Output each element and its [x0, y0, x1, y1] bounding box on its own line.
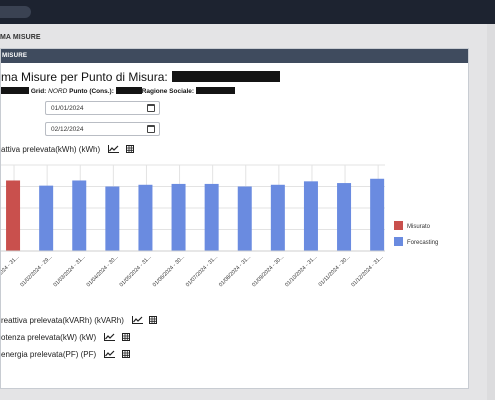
bar-forecast[interactable]	[72, 180, 87, 251]
line-chart-icon[interactable]	[132, 316, 144, 324]
line-chart-icon[interactable]	[104, 350, 116, 358]
redacted-point	[115, 87, 142, 94]
bar-forecast[interactable]	[270, 184, 285, 251]
section-active-energy-label: attiva prelevata(kWh) (kWh)	[1, 145, 101, 154]
redacted-measure-point	[171, 71, 280, 82]
section-reactive-energy: reattiva prelevata(kVARh) (kVARh)	[1, 316, 158, 325]
breadcrumb: MA MISURE	[0, 34, 41, 41]
date-to-input[interactable]: 02/12/2024	[45, 122, 160, 136]
bar-forecast[interactable]	[39, 185, 54, 251]
x-tick-label: 01/03/2024 - 31...	[53, 254, 87, 288]
calendar-icon[interactable]	[147, 104, 155, 112]
legend-forecast-label: Forecasting	[407, 240, 439, 246]
table-icon[interactable]	[149, 316, 158, 324]
legend-measured-label: Misurato	[407, 224, 431, 230]
section-power: otenza prelevata(kW) (kW)	[1, 333, 130, 342]
page-title: ma Misure per Punto di Misura:	[1, 70, 280, 84]
x-tick-label: 01/04/2024 - 30...	[86, 254, 120, 288]
page-scrollbar[interactable]	[487, 24, 495, 400]
legend-forecast-swatch	[394, 237, 403, 246]
section-power-factor: energia prelevata(PF) (PF)	[1, 350, 130, 359]
x-tick-label: 01/01/2024 - 31...	[1, 254, 20, 288]
x-tick-label: 01/05/2024 - 31...	[119, 254, 153, 288]
line-chart-icon[interactable]	[104, 333, 116, 341]
legend-forecast[interactable]: Forecasting	[394, 237, 438, 246]
point-label: Punto (Cons.):	[69, 88, 114, 95]
navbar-search-pill[interactable]	[0, 6, 31, 18]
table-icon[interactable]	[121, 350, 130, 358]
x-tick-label: 01/09/2024 - 30...	[251, 254, 285, 288]
date-from-input[interactable]: 01/01/2024	[45, 101, 160, 115]
bar-forecast[interactable]	[105, 186, 120, 252]
table-icon[interactable]	[125, 145, 134, 153]
bar-forecast[interactable]	[138, 184, 153, 251]
calendar-icon[interactable]	[147, 125, 155, 133]
x-tick-label: 01/12/2024 - 31...	[350, 254, 384, 288]
x-tick-label: 01/07/2024 - 31...	[185, 254, 219, 288]
x-tick-label: 01/11/2024 - 30...	[318, 254, 352, 288]
bar-forecast[interactable]	[204, 183, 219, 251]
company-label: Ragione Sociale:	[141, 88, 195, 95]
date-to-value: 02/12/2024	[51, 126, 84, 133]
redacted-company	[195, 87, 235, 94]
section-power-label: otenza prelevata(kW) (kW)	[1, 333, 97, 342]
x-tick-label: 01/08/2024 - 31...	[218, 254, 252, 288]
grid-value: NORD	[48, 88, 68, 95]
bar-forecast[interactable]	[337, 183, 352, 251]
table-icon[interactable]	[121, 333, 130, 341]
legend-measured-swatch	[394, 221, 403, 230]
bar-forecast[interactable]	[370, 178, 385, 251]
section-reactive-energy-label: reattiva prelevata(kVARh) (kVARh)	[1, 316, 124, 325]
top-navbar	[0, 0, 495, 24]
redacted-id	[1, 87, 29, 94]
x-tick-label: 01/10/2024 - 31...	[284, 254, 318, 288]
measures-panel: MISURE ma Misure per Punto di Misura: Gr…	[0, 48, 469, 389]
x-tick-label: 01/02/2024 - 29...	[19, 254, 53, 288]
line-chart-icon[interactable]	[108, 145, 120, 153]
panel-header: MISURE	[1, 49, 468, 63]
section-active-energy: attiva prelevata(kWh) (kWh)	[1, 145, 134, 154]
bar-forecast[interactable]	[171, 183, 186, 251]
grid-label: Grid:	[30, 88, 47, 95]
measure-point-info: Grid: NORD Punto (Cons.): Ragione Social…	[1, 87, 235, 95]
bar-forecast[interactable]	[237, 186, 252, 252]
section-power-factor-label: energia prelevata(PF) (PF)	[1, 350, 97, 359]
date-from-value: 01/01/2024	[51, 105, 84, 112]
bar-measured[interactable]	[6, 180, 21, 251]
legend-measured[interactable]: Misurato	[394, 221, 430, 230]
energy-bar-chart: 01/01/2024 - 31...01/02/2024 - 29...01/0…	[1, 164, 385, 288]
page-title-text: ma Misure per Punto di Misura:	[1, 70, 168, 84]
bar-forecast[interactable]	[303, 181, 318, 251]
x-tick-label: 01/06/2024 - 30...	[152, 254, 186, 288]
